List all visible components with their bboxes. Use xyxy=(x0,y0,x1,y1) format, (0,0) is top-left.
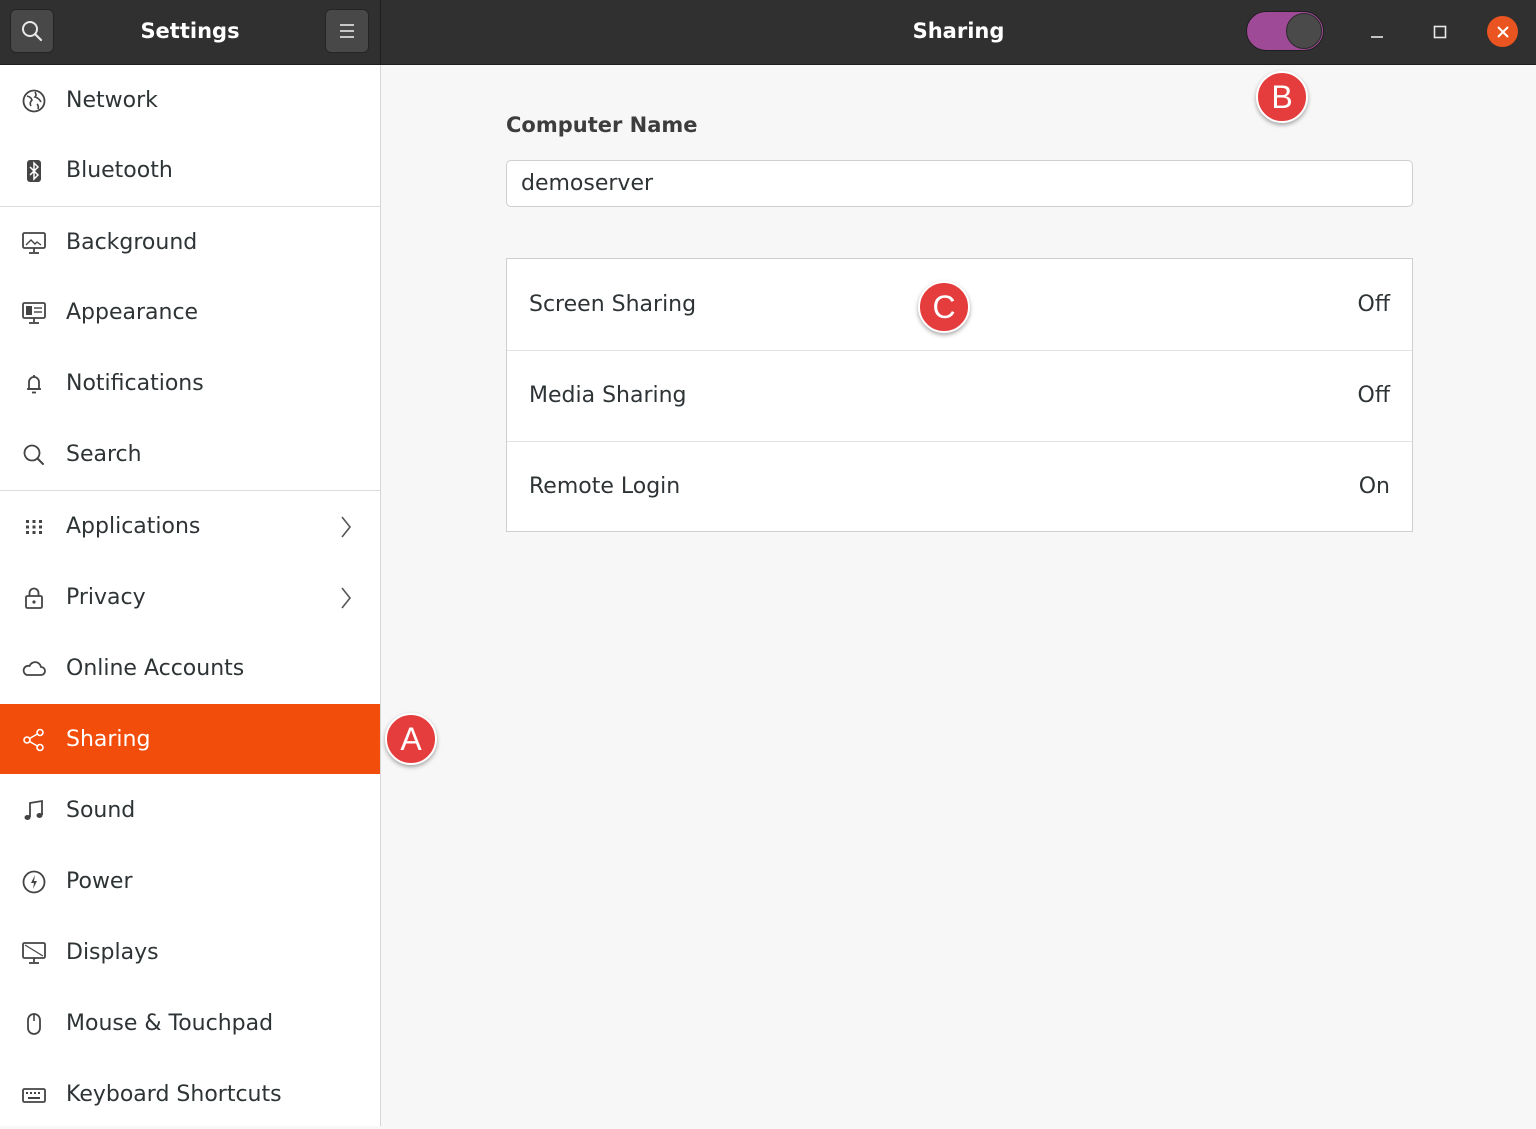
minimize-icon xyxy=(1371,36,1383,38)
power-icon xyxy=(20,868,48,896)
monitor-icon xyxy=(20,229,48,257)
sidebar-item-label: Privacy xyxy=(66,584,146,610)
sharing-toggle-switch[interactable] xyxy=(1246,11,1324,51)
share-icon xyxy=(20,726,48,754)
sidebar-item-label: Power xyxy=(66,868,133,894)
maximize-icon xyxy=(1433,25,1447,39)
sidebar-item-background[interactable]: Background xyxy=(0,207,380,277)
sidebar-item-mouse-touchpad[interactable]: Mouse & Touchpad xyxy=(0,988,380,1058)
sidebar-item-bluetooth[interactable]: Bluetooth xyxy=(0,135,380,205)
sidebar-item-displays[interactable]: Displays xyxy=(0,917,380,987)
mouse-icon xyxy=(20,1010,48,1038)
sidebar-item-label: Displays xyxy=(66,939,159,965)
chevron-right-icon xyxy=(336,513,356,541)
music-note-icon xyxy=(20,797,48,825)
service-status: Off xyxy=(1357,292,1390,317)
computer-name-input[interactable] xyxy=(506,160,1413,207)
display-icon xyxy=(20,939,48,967)
sidebar-item-label: Mouse & Touchpad xyxy=(66,1010,274,1036)
service-label: Remote Login xyxy=(529,474,681,499)
minimize-button[interactable] xyxy=(1357,12,1397,52)
bell-icon xyxy=(20,370,48,398)
bluetooth-icon xyxy=(20,157,48,185)
maximize-button[interactable] xyxy=(1420,12,1460,52)
cloud-icon xyxy=(20,655,48,683)
sidebar-item-notifications[interactable]: Notifications xyxy=(0,348,380,418)
sidebar-item-label: Search xyxy=(66,441,142,467)
search-button[interactable] xyxy=(10,9,54,53)
sidebar-item-privacy[interactable]: Privacy xyxy=(0,562,380,632)
appearance-icon xyxy=(20,299,48,327)
service-label: Media Sharing xyxy=(529,383,687,408)
sidebar-item-label: Bluetooth xyxy=(66,157,173,183)
header-bar: Settings Sharing xyxy=(0,0,1536,65)
search-icon xyxy=(22,21,43,42)
computer-name-label: Computer Name xyxy=(506,113,698,137)
service-status: Off xyxy=(1357,383,1390,408)
sidebar-item-label: Keyboard Shortcuts xyxy=(66,1081,282,1107)
close-icon xyxy=(1496,25,1509,38)
sidebar-item-appearance[interactable]: Appearance xyxy=(0,277,380,347)
sidebar: Network Bluetooth Background Appearance … xyxy=(0,65,381,1126)
sidebar-header: Settings xyxy=(0,0,381,64)
chevron-right-icon xyxy=(336,584,356,612)
sidebar-item-label: Notifications xyxy=(66,370,204,396)
globe-icon xyxy=(20,87,48,115)
sidebar-item-sharing[interactable]: Sharing xyxy=(0,704,380,774)
close-button[interactable] xyxy=(1487,16,1518,47)
sidebar-item-online-accounts[interactable]: Online Accounts xyxy=(0,633,380,703)
sidebar-item-power[interactable]: Power xyxy=(0,846,380,916)
sidebar-item-label: Applications xyxy=(66,513,201,539)
annotation-marker-b: B xyxy=(1256,71,1308,123)
search-icon xyxy=(20,441,48,469)
service-status: On xyxy=(1358,474,1390,499)
keyboard-icon xyxy=(20,1081,48,1109)
sidebar-item-label: Appearance xyxy=(66,299,199,325)
grid-icon xyxy=(20,513,48,541)
hamburger-icon xyxy=(340,24,354,38)
sidebar-item-label: Background xyxy=(66,229,198,255)
annotation-marker-c: C xyxy=(918,281,970,333)
sidebar-item-applications[interactable]: Applications xyxy=(0,491,380,561)
annotation-marker-a: A xyxy=(385,713,437,765)
sidebar-item-search[interactable]: Search xyxy=(0,419,380,489)
sidebar-item-label: Sound xyxy=(66,797,136,823)
lock-icon xyxy=(20,584,48,612)
service-row-media-sharing[interactable]: Media Sharing Off xyxy=(507,350,1412,442)
sidebar-item-network[interactable]: Network xyxy=(0,65,380,135)
sidebar-item-sound[interactable]: Sound xyxy=(0,775,380,845)
switch-knob xyxy=(1286,13,1322,49)
service-label: Screen Sharing xyxy=(529,292,697,317)
app-title: Settings xyxy=(140,19,240,43)
sidebar-item-label: Online Accounts xyxy=(66,655,245,681)
menu-button[interactable] xyxy=(325,9,369,53)
sidebar-item-label: Sharing xyxy=(66,726,151,752)
sidebar-item-keyboard-shortcuts[interactable]: Keyboard Shortcuts xyxy=(0,1059,380,1129)
sidebar-item-label: Network xyxy=(66,87,158,113)
service-row-remote-login[interactable]: Remote Login On xyxy=(507,441,1412,532)
